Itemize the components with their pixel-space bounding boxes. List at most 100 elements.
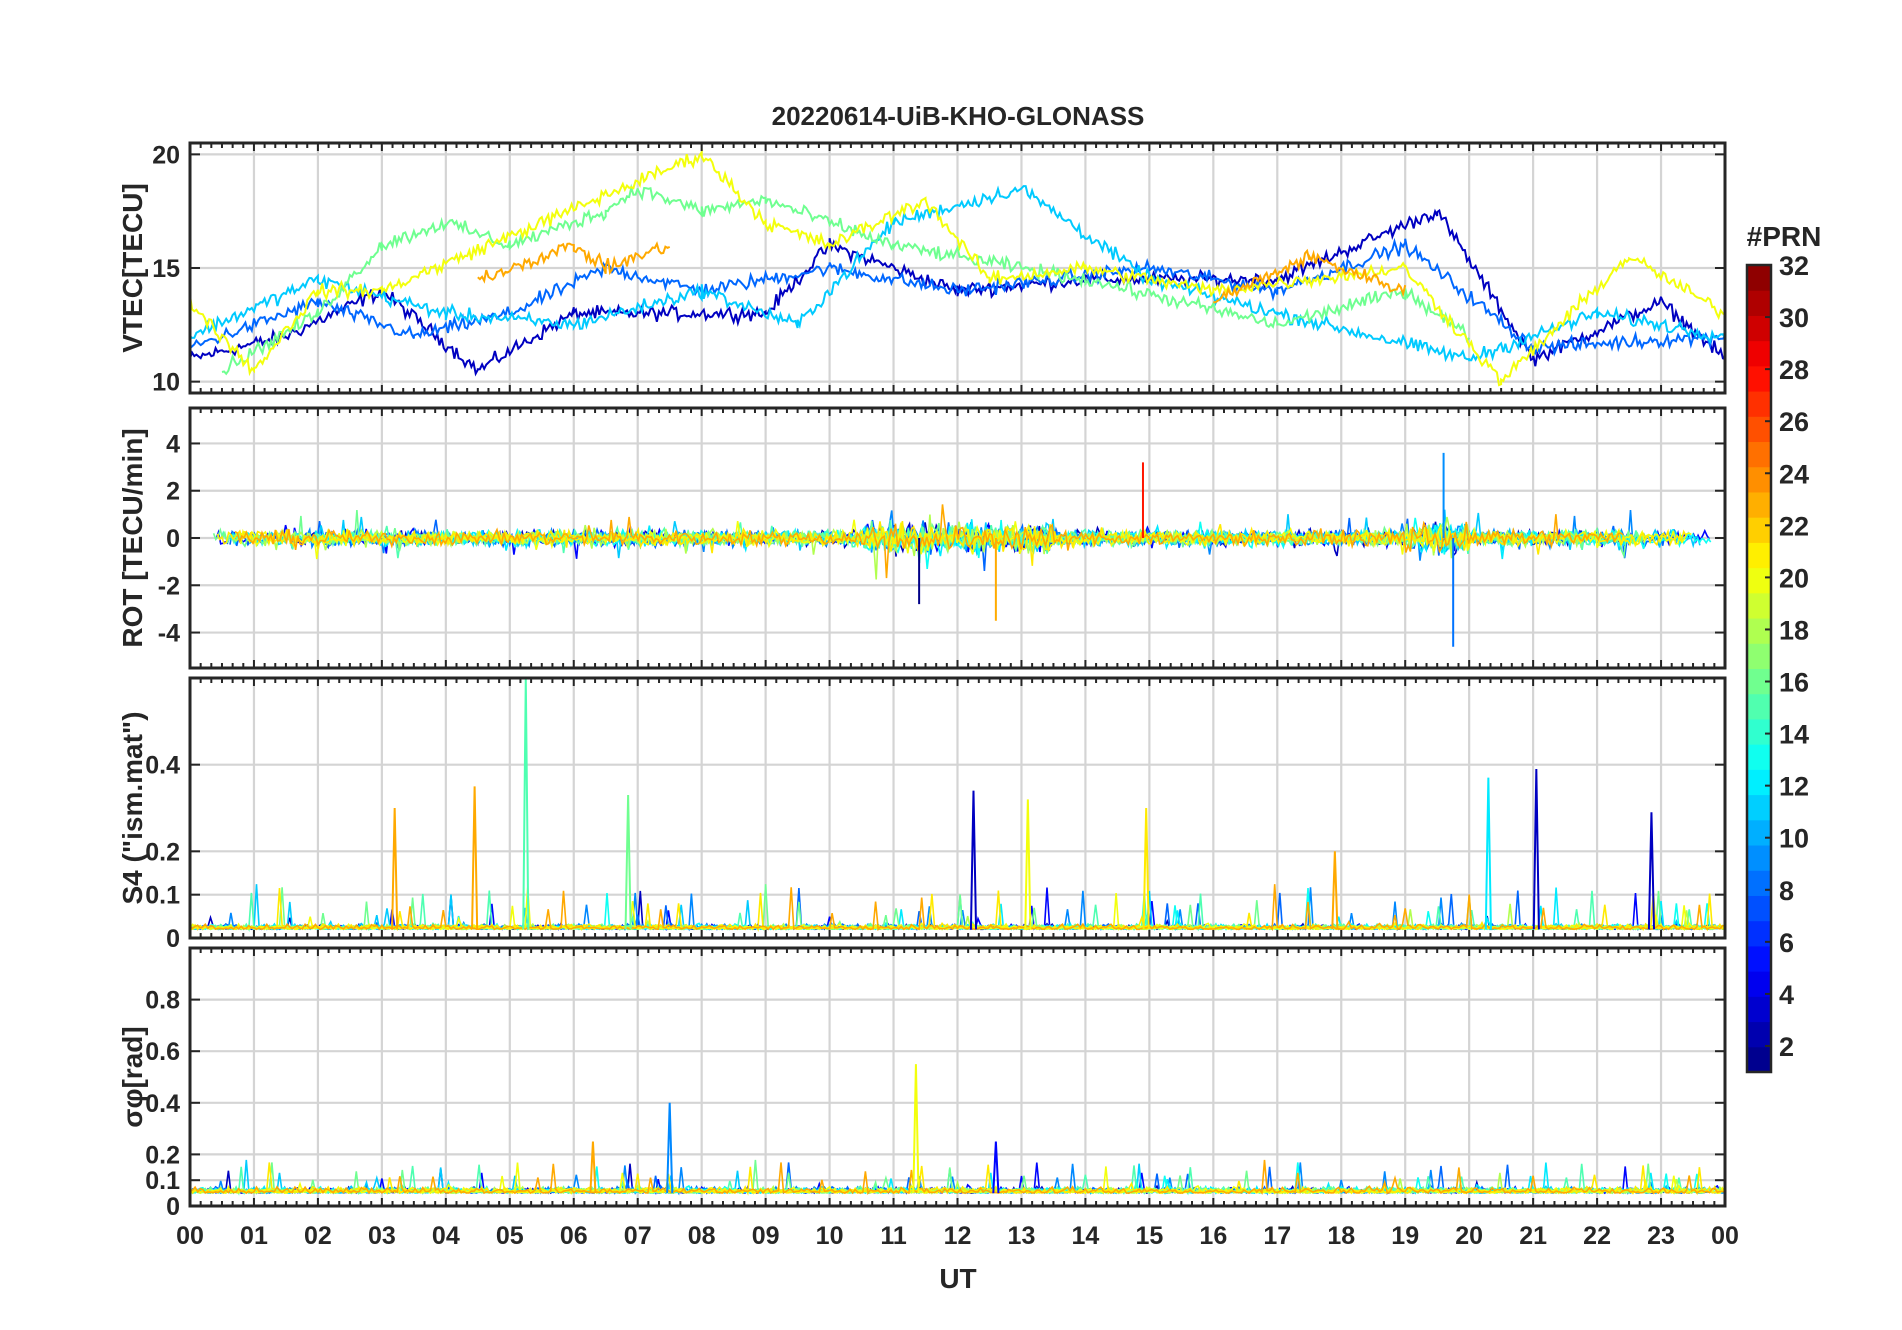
colorbar-swatch — [1747, 718, 1771, 745]
colorbar-swatch — [1747, 618, 1771, 644]
y-tick-label: 0.1 — [145, 1167, 180, 1195]
colorbar-tick-label: 30 — [1779, 303, 1809, 333]
colorbar-swatch — [1747, 744, 1771, 770]
colorbar-swatch — [1747, 794, 1771, 821]
y-tick-label: 0 — [166, 525, 180, 553]
y-tick-label: 20 — [152, 141, 180, 169]
colorbar-swatch — [1747, 265, 1771, 291]
x-tick-label: 16 — [1199, 1222, 1227, 1250]
x-tick-label: 03 — [368, 1222, 396, 1250]
x-tick-label: 22 — [1583, 1222, 1611, 1250]
colorbar-tick-label: 20 — [1779, 563, 1809, 593]
y-axis-label: ROT [TECU/min] — [117, 428, 148, 647]
colorbar-swatch — [1747, 643, 1771, 669]
panels: 101520VTEC[TECU]-4-2024ROT [TECU/min]00.… — [117, 141, 1727, 1221]
x-tick-label: 13 — [1008, 1222, 1036, 1250]
y-axis-label: σφ[rad] — [117, 1026, 148, 1127]
x-tick-label: 14 — [1072, 1222, 1100, 1250]
colorbar-tick-label: 12 — [1779, 772, 1809, 802]
colorbar-swatch — [1747, 819, 1771, 846]
colorbar-swatch — [1747, 1046, 1771, 1073]
colorbar-swatch — [1747, 996, 1771, 1023]
x-tick-label: 19 — [1391, 1222, 1419, 1250]
y-tick-label: 10 — [152, 369, 180, 397]
colorbar-tick-label: 16 — [1779, 668, 1809, 698]
panel-sigma_phi: 00.10.2 0.4 0.6 0.8 σφ[rad] — [117, 946, 1727, 1221]
y-tick-label: 0 — [166, 925, 180, 953]
panel-s4: 0 0.1 0.2 0.4S4 ("ism.mat") — [117, 676, 1727, 953]
y-tick-label: 0 — [166, 1193, 180, 1221]
colorbar-label: #PRN — [1747, 221, 1822, 252]
y-tick-label: 0.2 — [145, 838, 180, 866]
colorbar: 2468101214161820222426283032 — [1745, 251, 1809, 1074]
y-tick-label: 15 — [152, 255, 180, 283]
colorbar-swatch — [1747, 845, 1771, 871]
x-tick-label: 05 — [496, 1222, 524, 1250]
x-tick-label: 12 — [944, 1222, 972, 1250]
colorbar-swatch — [1747, 290, 1771, 316]
colorbar-tick-label: 18 — [1779, 615, 1809, 645]
y-tick-label: -4 — [158, 620, 180, 648]
colorbar-tick-label: 26 — [1779, 407, 1809, 437]
y-tick-label: 0.4 — [145, 752, 180, 780]
x-tick-label: 04 — [432, 1222, 460, 1250]
x-tick-label: 11 — [880, 1222, 907, 1250]
colorbar-tick-label: 24 — [1779, 459, 1809, 489]
y-axis-label: VTEC[TECU] — [117, 183, 148, 353]
colorbar-tick-label: 28 — [1779, 355, 1809, 385]
x-tick-label: 01 — [240, 1222, 268, 1250]
x-tick-label: 06 — [560, 1222, 588, 1250]
colorbar-swatch — [1747, 945, 1771, 972]
panel-rot: -4 -2 0 2 4 ROT [TECU/min] — [117, 406, 1727, 670]
x-axis-label: UT — [939, 1263, 976, 1294]
colorbar-swatch — [1747, 870, 1771, 896]
y-tick-label: 0.8 — [145, 987, 180, 1015]
x-tick-label: 23 — [1647, 1222, 1675, 1250]
colorbar-swatch — [1747, 693, 1771, 720]
x-tick-label: 20 — [1455, 1222, 1483, 1250]
x-tick-label: 21 — [1519, 1222, 1547, 1250]
x-tick-labels: 00 01 02 03 04 05 06 07 08 09 10 11 12 13 14 15 16 17 18 19… — [176, 1222, 1739, 1250]
colorbar-tick-label: 10 — [1779, 824, 1809, 854]
colorbar-swatch — [1747, 1021, 1771, 1048]
x-tick-label: 08 — [688, 1222, 716, 1250]
colorbar-swatch — [1747, 315, 1771, 342]
y-axis-label: S4 ("ism.mat") — [117, 711, 148, 904]
colorbar-swatch — [1747, 340, 1771, 367]
colorbar-tick-label: 32 — [1779, 251, 1809, 281]
x-tick-label: 18 — [1327, 1222, 1355, 1250]
colorbar-tick-label: 22 — [1779, 511, 1809, 541]
x-tick-label: 10 — [816, 1222, 844, 1250]
y-tick-label: 0.1 — [145, 882, 180, 910]
colorbar-swatch — [1747, 567, 1771, 594]
y-tick-label: -2 — [158, 572, 180, 600]
y-tick-label: 0.6 — [145, 1038, 180, 1066]
x-tick-label: 15 — [1135, 1222, 1163, 1250]
colorbar-swatch — [1747, 517, 1771, 543]
colorbar-swatch — [1747, 391, 1771, 417]
y-tick-label: 0.2 — [145, 1141, 180, 1169]
x-tick-label: 07 — [624, 1222, 652, 1250]
colorbar-tick-label: 6 — [1779, 928, 1794, 958]
y-tick-label: 4 — [166, 430, 180, 458]
figure: 20220614-UiB-KHO-GLONASS 101520VTEC[TECU… — [117, 101, 1822, 1294]
y-tick-label: 2 — [166, 478, 180, 506]
x-tick-label: 17 — [1263, 1222, 1291, 1250]
colorbar-swatch — [1747, 592, 1771, 619]
colorbar-swatch — [1747, 542, 1771, 569]
y-tick-label: 0.4 — [145, 1090, 180, 1118]
x-tick-label: 09 — [752, 1222, 780, 1250]
chart-title: 20220614-UiB-KHO-GLONASS — [772, 101, 1145, 131]
colorbar-swatch — [1747, 466, 1771, 493]
colorbar-swatch — [1747, 491, 1771, 518]
colorbar-swatch — [1747, 895, 1771, 922]
colorbar-tick-label: 4 — [1779, 980, 1794, 1010]
colorbar-tick-label: 8 — [1779, 876, 1794, 906]
colorbar-swatch — [1747, 416, 1771, 443]
colorbar-swatch — [1747, 769, 1771, 796]
x-tick-label: 02 — [304, 1222, 332, 1250]
colorbar-swatch — [1747, 441, 1771, 468]
panel-vtec: 10 15 20VTEC[TECU] — [117, 141, 1727, 397]
colorbar-tick-label: 2 — [1779, 1032, 1794, 1062]
x-tick-label: 00 — [1711, 1222, 1739, 1250]
